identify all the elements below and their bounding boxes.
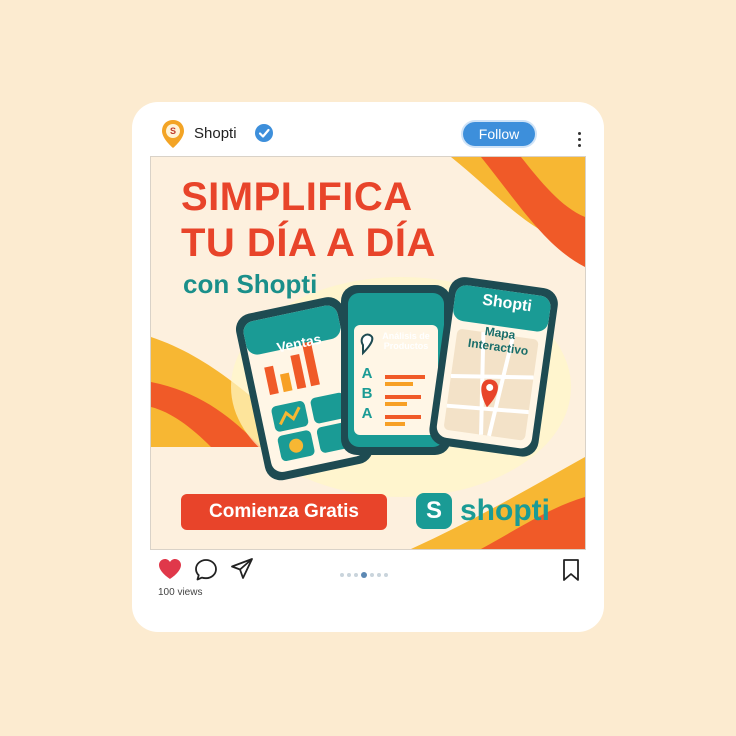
verified-icon <box>255 124 273 142</box>
post-actions: 100 views <box>132 550 604 632</box>
share-icon[interactable] <box>230 557 254 581</box>
svg-text:S: S <box>170 126 176 136</box>
follow-button[interactable]: Follow <box>463 122 535 146</box>
subheadline: con Shopti <box>183 269 318 299</box>
comment-icon[interactable] <box>194 558 218 582</box>
avatar-logo-icon[interactable]: S <box>161 119 185 149</box>
headline-line-1: SIMPLIFICA <box>181 175 413 219</box>
bookmark-icon[interactable] <box>562 559 580 581</box>
phone-row-b: B <box>361 385 373 402</box>
more-icon[interactable] <box>576 132 582 150</box>
phone-row-a1: A <box>361 365 373 382</box>
brand-s-icon: S <box>416 493 452 529</box>
phone-row-a2: A <box>361 405 373 422</box>
headline-line-2: TU DÍA A DÍA <box>181 221 436 265</box>
view-count: 100 views <box>158 587 203 598</box>
phone-analisis-title: Análisis de Productos <box>382 331 430 351</box>
heart-icon[interactable] <box>158 558 182 580</box>
brand-logo: S shopti <box>416 491 576 531</box>
carousel-indicator <box>340 566 400 578</box>
cta-comienza-gratis[interactable]: Comienza Gratis <box>181 494 387 530</box>
post-image[interactable]: SIMPLIFICA TU DÍA A DÍA con Shopti Venta… <box>150 156 586 550</box>
post-card: S Shopti Follow SIMPLIFICA TU DÍA A DÍA … <box>132 102 604 632</box>
brand-wordmark: shopti <box>460 494 550 527</box>
post-header: S Shopti Follow <box>132 102 604 156</box>
username[interactable]: Shopti <box>194 125 237 142</box>
